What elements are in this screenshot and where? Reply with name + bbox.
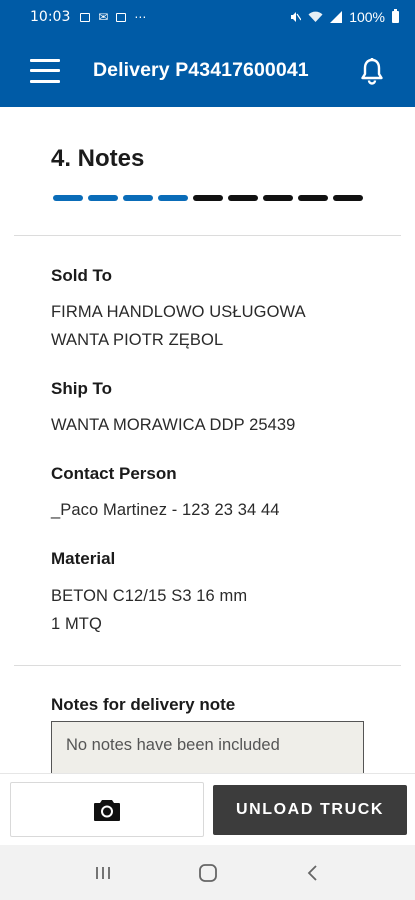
mute-icon — [291, 12, 302, 22]
notes-field[interactable]: No notes have been included — [51, 721, 364, 773]
recents-icon — [95, 866, 110, 879]
sold-to-line1: FIRMA HANDLOWO USŁUGOWA — [51, 303, 306, 321]
contact-person-value: _Paco Martinez - 123 23 34 44 — [51, 501, 280, 519]
gallery-icon — [80, 12, 91, 22]
ship-to-value: WANTA MORAWICA DDP 25439 — [51, 416, 296, 434]
step-completed — [88, 195, 118, 201]
step-completed — [123, 195, 153, 201]
notes-label: Notes for delivery note — [51, 695, 236, 714]
back-button[interactable] — [293, 853, 333, 893]
back-icon — [307, 864, 317, 881]
content: 4. Notes Sold To FIRMA HANDLOWO USŁUGOWA… — [0, 107, 415, 773]
step-pending — [298, 195, 328, 201]
app-icon — [116, 12, 127, 22]
material-label: Material — [51, 549, 116, 568]
app-bar: Delivery P43417600041 — [0, 34, 415, 107]
notes-placeholder: No notes have been included — [66, 736, 280, 754]
notification-icons: ✉ ⋯ — [80, 11, 146, 23]
camera-icon — [94, 799, 120, 821]
sold-to-label: Sold To — [51, 266, 113, 285]
step-completed — [53, 195, 83, 201]
divider — [14, 665, 401, 666]
hamburger-menu-icon[interactable] — [30, 58, 60, 83]
screen: 10:03 ✉ ⋯ 100% Delivery P43417600041 4. … — [0, 0, 415, 900]
status-bar: 10:03 ✉ ⋯ 100% — [0, 0, 415, 34]
divider — [14, 235, 401, 236]
contact-person-label: Contact Person — [51, 464, 177, 483]
page-title: Delivery P43417600041 — [93, 59, 309, 81]
message-icon: ✉ — [98, 10, 109, 24]
step-pending — [193, 195, 223, 201]
battery-percent: 100% — [349, 9, 385, 25]
bell-icon[interactable] — [359, 57, 385, 85]
material-line2: 1 MTQ — [51, 615, 102, 633]
section-title: 4. Notes — [51, 145, 145, 172]
home-icon — [198, 863, 217, 882]
wifi-icon — [308, 11, 323, 22]
system-nav-bar — [0, 845, 415, 900]
step-pending — [333, 195, 363, 201]
battery-icon — [392, 9, 399, 23]
more-icon: ⋯ — [134, 10, 147, 24]
progress-stepper — [53, 195, 363, 201]
ship-to-label: Ship To — [51, 379, 113, 398]
unload-truck-button[interactable]: UNLOAD TRUCK — [213, 785, 407, 835]
material-line1: BETON C12/15 S3 16 mm — [51, 587, 248, 605]
camera-button[interactable] — [10, 782, 204, 837]
home-button[interactable] — [188, 853, 228, 893]
status-time: 10:03 — [30, 9, 71, 25]
step-pending — [263, 195, 293, 201]
step-pending — [228, 195, 258, 201]
signal-icon — [330, 11, 343, 23]
sold-to-line2: WANTA PIOTR ZĘBOL — [51, 331, 224, 349]
system-icons: 100% — [289, 9, 399, 25]
action-bar: UNLOAD TRUCK — [0, 773, 415, 845]
recents-button[interactable] — [83, 853, 123, 893]
step-completed — [158, 195, 188, 201]
